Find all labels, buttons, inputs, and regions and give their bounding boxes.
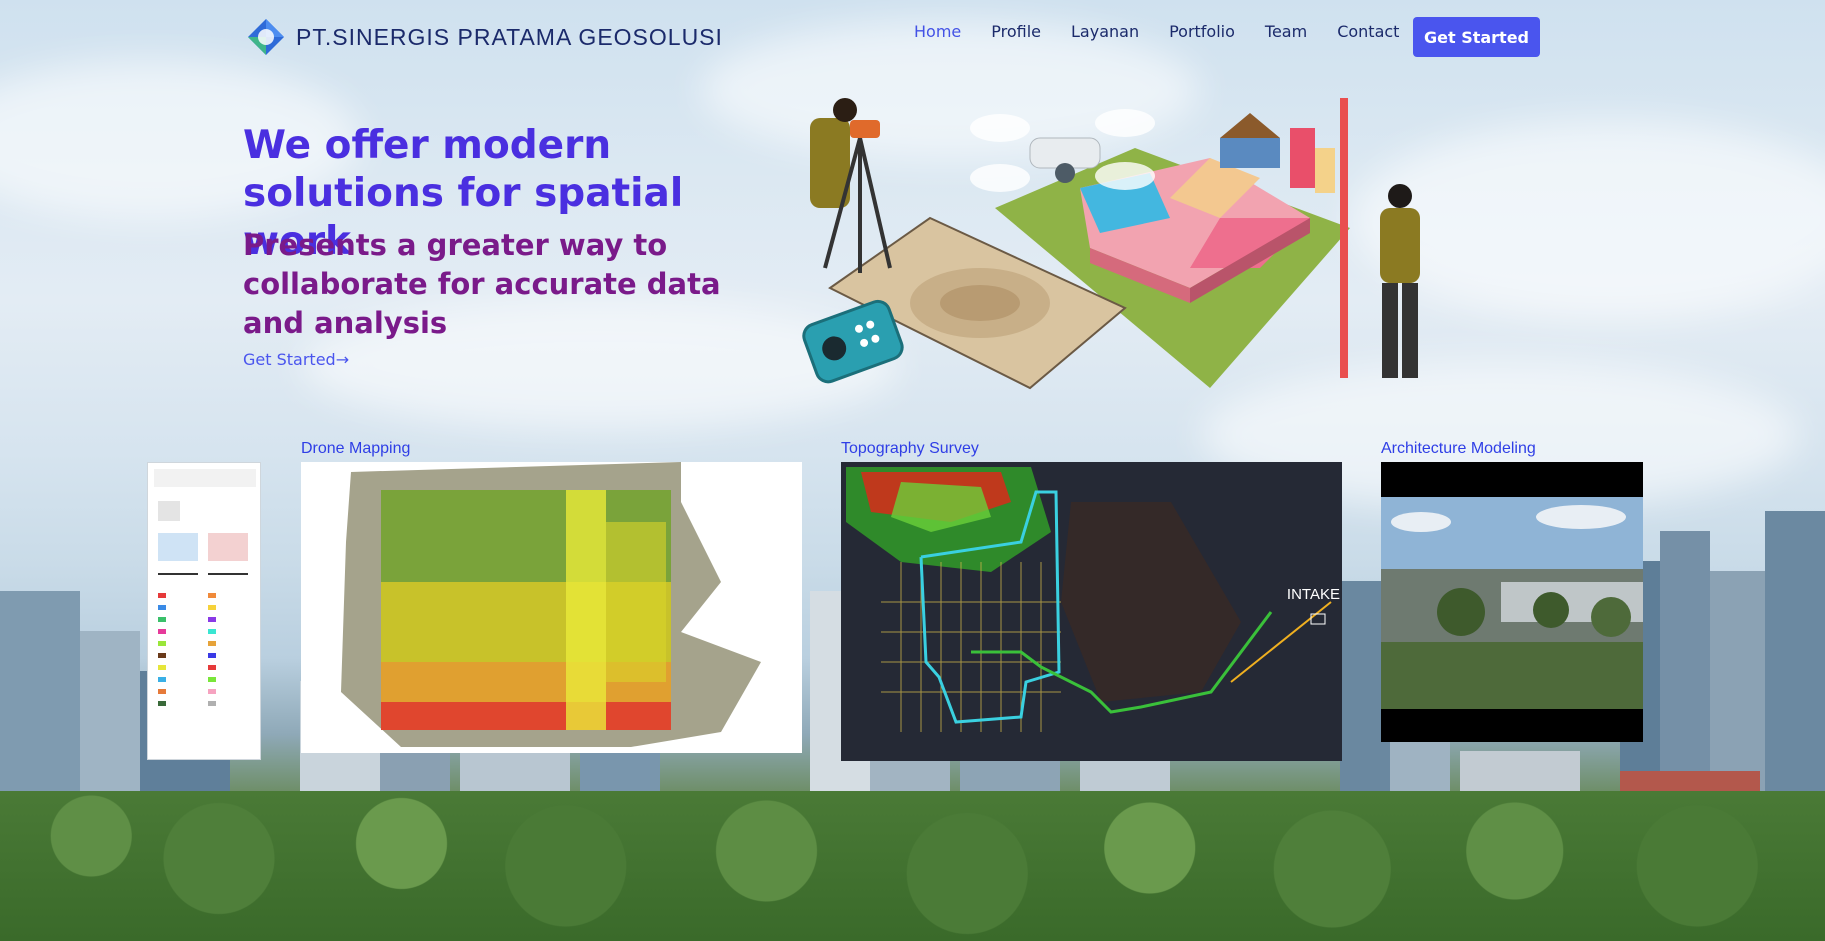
nav-team[interactable]: Team xyxy=(1265,22,1307,41)
card-topography-survey-label[interactable]: Topography Survey xyxy=(841,440,979,458)
card-architecture-modeling-label[interactable]: Architecture Modeling xyxy=(1381,440,1536,458)
site-header: PT.SINERGIS PRATAMA GEOSOLUSI Home Profi… xyxy=(246,14,1579,60)
hero-get-started-link[interactable]: Get Started→ xyxy=(243,350,349,369)
nav-portfolio[interactable]: Portfolio xyxy=(1169,22,1235,41)
drone-mapping-image[interactable] xyxy=(301,462,802,753)
topography-survey-image[interactable]: INTAKE xyxy=(841,462,1342,761)
get-started-button[interactable]: Get Started xyxy=(1413,17,1540,57)
hero-illustration xyxy=(790,98,1440,398)
nav-layanan[interactable]: Layanan xyxy=(1071,22,1139,41)
brand-logo[interactable]: PT.SINERGIS PRATAMA GEOSOLUSI xyxy=(246,17,723,57)
brand-name: PT.SINERGIS PRATAMA GEOSOLUSI xyxy=(296,23,723,50)
arrow-right-icon: → xyxy=(335,350,350,369)
main-nav: Home Profile Layanan Portfolio Team Cont… xyxy=(914,22,1399,41)
nav-profile[interactable]: Profile xyxy=(991,22,1041,41)
nav-contact[interactable]: Contact xyxy=(1337,22,1399,41)
card-drone-mapping-label[interactable]: Drone Mapping xyxy=(301,440,410,458)
hero-subtitle: Presents a greater way to collaborate fo… xyxy=(243,228,721,340)
logo-icon xyxy=(246,17,286,57)
map-sheet-image xyxy=(147,462,261,760)
intake-label: INTAKE xyxy=(1286,586,1340,603)
architecture-modeling-image[interactable] xyxy=(1381,462,1643,742)
hero-link-label: Get Started xyxy=(243,350,336,369)
nav-home[interactable]: Home xyxy=(914,22,961,41)
